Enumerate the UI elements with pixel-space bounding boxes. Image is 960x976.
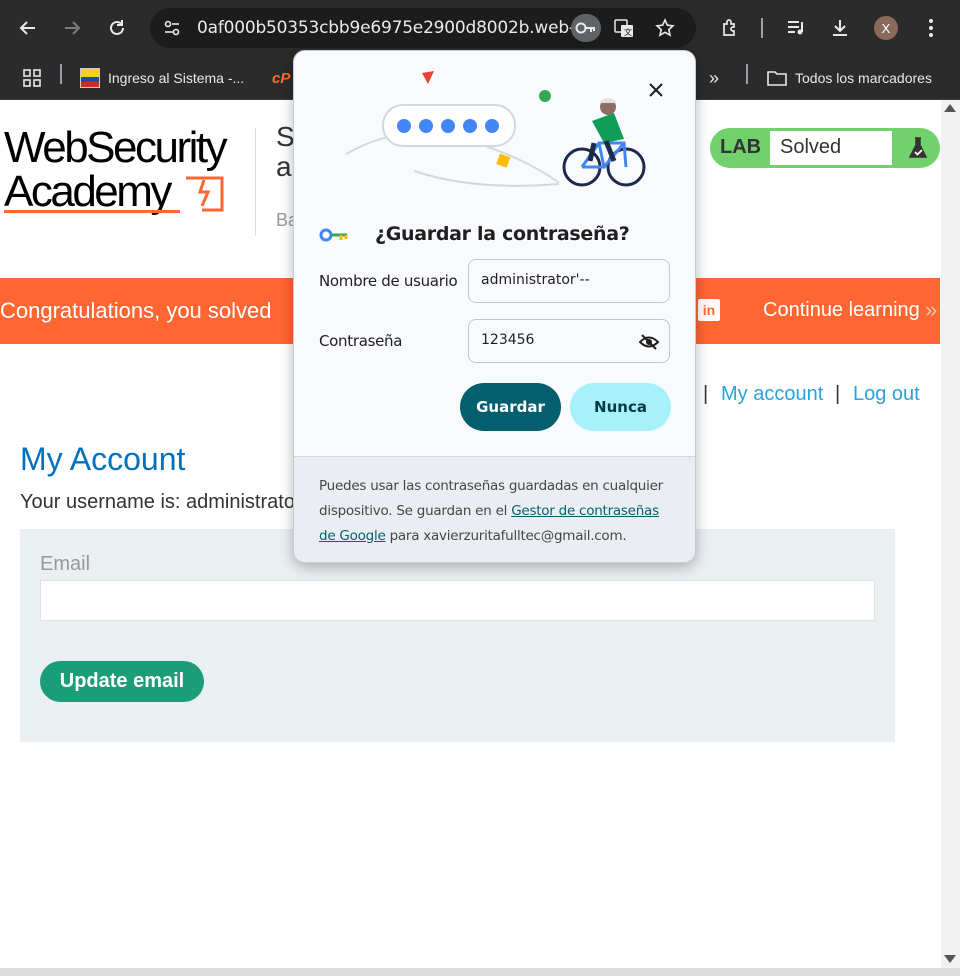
cpanel-icon[interactable]: cP [272, 66, 290, 90]
site-settings-icon[interactable] [160, 16, 184, 40]
bookmarks-divider [60, 64, 62, 84]
scroll-down-arrow-icon[interactable] [944, 955, 956, 963]
chevron-right-icon: » [925, 297, 938, 322]
bookmark-ingreso[interactable]: Ingreso al Sistema -... [80, 66, 244, 90]
save-password-button[interactable]: Guardar [460, 383, 561, 431]
media-playlist-icon[interactable] [780, 12, 812, 44]
dialog-footer: Puedes usar las contraseñas guardadas en… [294, 456, 695, 562]
username-value[interactable]: administrator'-- [481, 272, 590, 288]
password-key-icon[interactable] [571, 14, 601, 42]
log-out-link[interactable]: Log out [853, 383, 920, 405]
bookmarks-divider [746, 64, 748, 84]
password-field[interactable]: 123456 [468, 319, 670, 363]
eye-slash-icon[interactable] [638, 331, 660, 353]
header-divider [255, 128, 256, 236]
nav-separator: | [703, 383, 709, 405]
nav-separator: | [835, 383, 841, 405]
lab-label: LAB [720, 136, 762, 158]
linkedin-icon[interactable]: in [698, 299, 720, 321]
dialog-title: ¿Guardar la contraseña? [375, 223, 630, 245]
bookmark-label: Ingreso al Sistema -... [108, 70, 245, 86]
footer-post: para xavierzuritafulltec@gmail.com. [385, 528, 627, 544]
lightning-bolt-icon [186, 176, 224, 212]
scrollbar[interactable] [941, 100, 960, 968]
email-label: Email [40, 553, 91, 575]
menu-kebab-icon[interactable] [915, 12, 947, 44]
logo-underline [4, 210, 180, 213]
bookmark-star-icon[interactable] [653, 16, 677, 40]
update-email-button[interactable]: Update email [40, 661, 204, 702]
browser-toolbar: 0af000b50353cbb9e6975e2900d8002b.web-s..… [0, 0, 960, 56]
bookmark-label: Todos los marcadores [795, 70, 932, 86]
bookmarks-overflow-icon[interactable]: » [709, 66, 719, 90]
download-icon[interactable] [824, 12, 856, 44]
web-security-academy-logo[interactable]: WebSecurity Academy [4, 124, 254, 220]
toolbar-divider [761, 18, 763, 38]
page-title: My Account [20, 441, 186, 477]
my-account-link[interactable]: My account [721, 383, 823, 405]
folder-icon [767, 70, 787, 86]
flask-icon [908, 137, 928, 158]
username-label: Nombre de usuario [319, 272, 458, 290]
translate-icon[interactable]: 文 [612, 16, 636, 40]
lab-status-text: Solved [770, 131, 892, 165]
bookmark-all-folder[interactable]: Todos los marcadores [767, 66, 932, 90]
bottom-edge [0, 968, 960, 976]
svg-text:文: 文 [624, 27, 632, 37]
nav-log-out[interactable]: Log out [853, 383, 920, 406]
ecuador-shield-icon [80, 68, 100, 88]
scroll-up-arrow-icon[interactable] [944, 104, 956, 112]
never-button[interactable]: Nunca [570, 383, 671, 431]
username-text: Your username is: administrato [20, 491, 295, 513]
password-value[interactable]: 123456 [481, 332, 534, 348]
lab-title: S a [276, 121, 295, 182]
address-bar[interactable]: 0af000b50353cbb9e6975e2900d8002b.web-s..… [150, 8, 696, 48]
extensions-icon[interactable] [714, 12, 746, 44]
logo-text-line1: WebSecurity [4, 123, 228, 172]
back-arrow-icon[interactable] [12, 12, 44, 44]
close-icon[interactable] [644, 78, 668, 102]
lab-status-badge: LAB Solved [710, 128, 940, 168]
reload-icon[interactable] [101, 12, 133, 44]
forward-arrow-icon[interactable] [56, 12, 88, 44]
nav-my-account[interactable]: My account [721, 383, 823, 406]
banner-congratulations-text: Congratulations, you solved [0, 298, 272, 323]
url-text[interactable]: 0af000b50353cbb9e6975e2900d8002b.web-s..… [197, 18, 599, 38]
cyclist-illustration [345, 71, 646, 187]
apps-grid-icon[interactable] [22, 66, 42, 90]
profile-avatar[interactable]: X [874, 16, 898, 40]
footer-text: Puedes usar las contraseñas guardadas en… [319, 474, 679, 549]
save-password-dialog: ¿Guardar la contraseña? Nombre de usuari… [293, 50, 696, 563]
password-label: Contraseña [319, 332, 403, 350]
email-input[interactable] [40, 580, 875, 621]
username-field[interactable]: administrator'-- [468, 259, 670, 303]
logo-text-line2: Academy [4, 167, 172, 216]
continue-learning-link[interactable]: Continue learning [763, 299, 920, 322]
google-key-icon [319, 228, 348, 242]
